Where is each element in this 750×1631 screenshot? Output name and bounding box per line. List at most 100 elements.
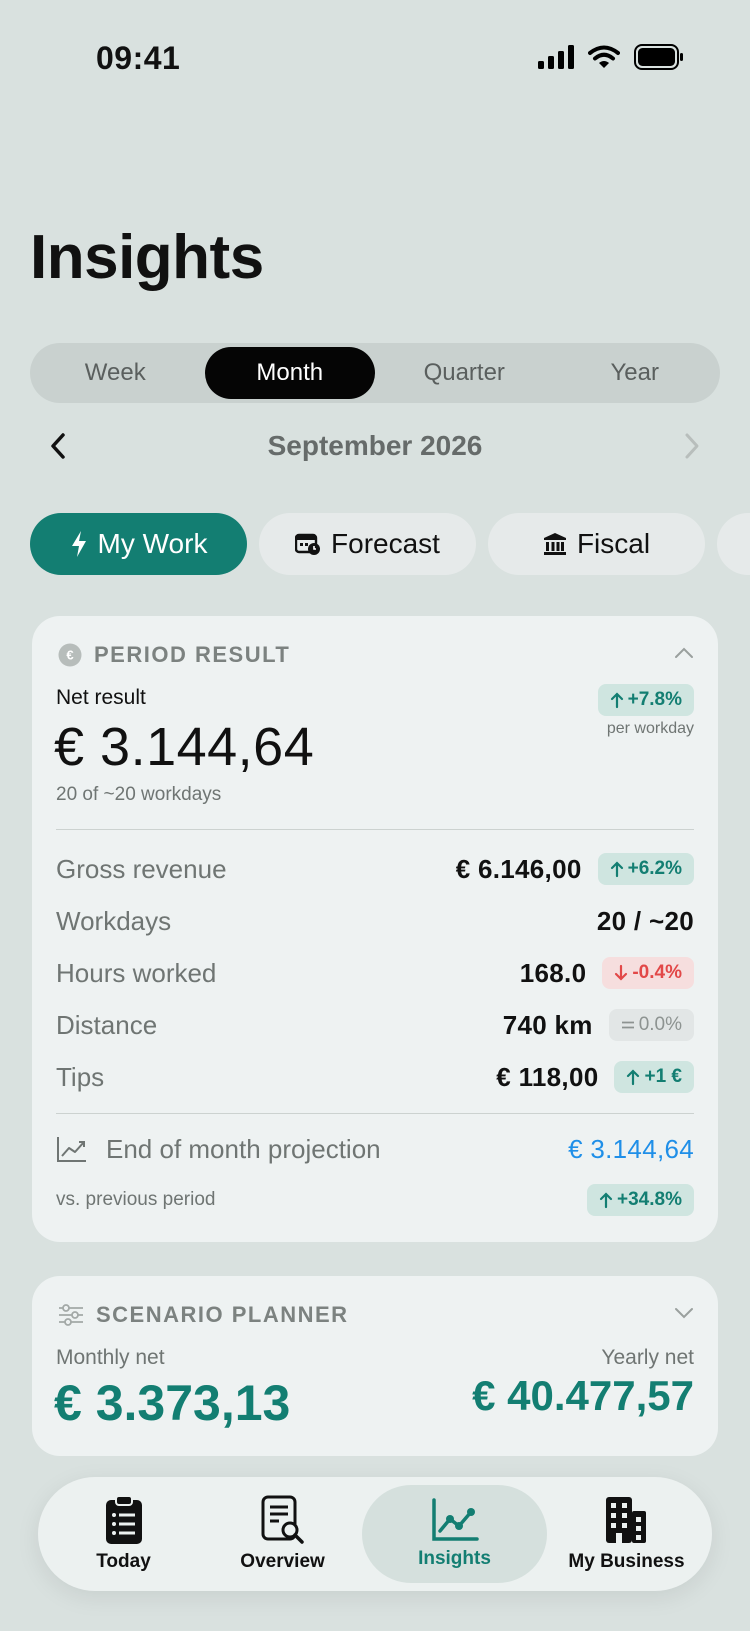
- divider: [56, 829, 694, 830]
- metric-row-workdays: Workdays 20 / ~20: [56, 901, 694, 941]
- net-change-value: +7.8%: [627, 689, 682, 710]
- building-icon: [606, 1497, 647, 1543]
- card-header: SCENARIO PLANNER: [58, 1302, 349, 1328]
- badge-text: +6.2%: [627, 858, 682, 879]
- period-label: September 2026: [267, 430, 483, 461]
- metric-badge: +1 €: [614, 1061, 694, 1093]
- sliders-icon: [59, 1304, 83, 1326]
- badge-text: 0.0%: [638, 1014, 682, 1035]
- card-title: PERIOD RESULT: [94, 642, 291, 667]
- tab-label: Today: [96, 1551, 151, 1572]
- metric-value: 168.0: [519, 957, 587, 988]
- chart-trend-icon: [57, 1137, 86, 1162]
- vs-previous-row: vs. previous period +34.8%: [56, 1180, 694, 1220]
- chevron-left-icon: [51, 433, 65, 459]
- segment-month[interactable]: Month: [204, 347, 375, 399]
- net-change-sub: per workday: [606, 720, 694, 737]
- yearly-net-label: Yearly net: [601, 1346, 694, 1369]
- period-result-card: € PERIOD RESULT Net result +7.8% per wor…: [32, 616, 718, 1242]
- insight-filter-chips: My Work Forecast Fiscal: [30, 513, 750, 575]
- projection-value: € 3.144,64: [568, 1133, 694, 1164]
- arrow-up-icon: [610, 861, 623, 878]
- chip-my-work[interactable]: My Work: [30, 513, 247, 575]
- document-search-icon: [261, 1495, 304, 1544]
- metric-badge: -0.4%: [602, 957, 694, 989]
- chip-label: Forecast: [331, 528, 440, 559]
- net-result-label: Net result: [56, 686, 146, 709]
- arrow-up-icon: [599, 1192, 613, 1209]
- tab-label: Insights: [418, 1548, 491, 1569]
- metric-value: € 118,00: [496, 1061, 599, 1092]
- card-header: € PERIOD RESULT: [58, 642, 290, 668]
- chip-overflow[interactable]: [717, 513, 750, 575]
- metric-row-distance: Distance 740 km 0.0%: [56, 1005, 694, 1045]
- monthly-net-label: Monthly net: [56, 1346, 165, 1369]
- previous-period-button[interactable]: [30, 420, 86, 472]
- metric-label: Hours worked: [56, 957, 217, 988]
- workdays-sub: 20 of ~20 workdays: [56, 784, 222, 805]
- chip-forecast[interactable]: Forecast: [259, 513, 476, 575]
- equals-icon: [621, 1021, 634, 1029]
- net-change-badge: +7.8%: [597, 684, 694, 716]
- arrow-up-icon: [627, 1069, 640, 1086]
- battery-icon: [634, 44, 683, 70]
- vs-badge: +34.8%: [587, 1184, 694, 1216]
- monthly-net-value: € 3.373,13: [54, 1375, 291, 1431]
- signal-icon: [538, 45, 574, 69]
- segment-week[interactable]: Week: [30, 347, 201, 399]
- tab-insights[interactable]: Insights: [362, 1485, 547, 1583]
- metric-label: Distance: [56, 1009, 158, 1040]
- metric-value: 20 / ~20: [596, 905, 694, 936]
- arrow-down-icon: [615, 964, 628, 981]
- tab-overview[interactable]: Overview: [203, 1485, 362, 1583]
- period-segmented-control: Week Month Quarter Year: [30, 343, 720, 403]
- chip-fiscal[interactable]: Fiscal: [488, 513, 705, 575]
- chevron-right-icon: [685, 433, 699, 459]
- metric-label: Workdays: [56, 905, 172, 936]
- metric-value: 740 km: [502, 1009, 593, 1040]
- period-navigator: September 2026: [30, 420, 720, 472]
- net-result-value: € 3.144,64: [54, 717, 315, 777]
- segment-year[interactable]: Year: [550, 347, 721, 399]
- status-icons: [538, 44, 684, 70]
- tab-my-business[interactable]: My Business: [547, 1485, 706, 1583]
- metric-row-tips: Tips € 118,00 +1 €: [56, 1057, 694, 1097]
- metric-label: Gross revenue: [56, 853, 227, 884]
- tab-label: Overview: [240, 1551, 325, 1572]
- chevron-down-icon[interactable]: [674, 1306, 694, 1320]
- euro-coin-icon: €: [58, 643, 82, 667]
- metric-value: € 6.146,00: [455, 853, 582, 884]
- arrow-up-icon: [610, 692, 623, 709]
- chip-label: My Work: [97, 528, 208, 559]
- chip-label: Fiscal: [576, 528, 651, 559]
- metric-row-hours-worked: Hours worked 168.0 -0.4%: [56, 953, 694, 993]
- tab-bar: Today Overview Insights My Business: [38, 1477, 712, 1591]
- chevron-up-icon[interactable]: [674, 646, 694, 660]
- metric-badge: 0.0%: [608, 1009, 694, 1041]
- bank-icon: [543, 533, 566, 555]
- metric-label: Tips: [56, 1061, 105, 1092]
- yearly-net-value: € 40.477,57: [472, 1372, 694, 1419]
- badge-text: +1 €: [644, 1066, 682, 1087]
- tab-today[interactable]: Today: [44, 1485, 203, 1583]
- divider: [56, 1113, 694, 1114]
- status-time: 09:41: [96, 40, 181, 76]
- segment-quarter[interactable]: Quarter: [379, 347, 550, 399]
- badge-text: +34.8%: [617, 1189, 682, 1210]
- metric-badge: +6.2%: [597, 853, 694, 885]
- calendar-clock-icon: [295, 533, 321, 555]
- metric-row-gross-revenue: Gross revenue € 6.146,00 +6.2%: [56, 849, 694, 889]
- badge-text: -0.4%: [632, 962, 682, 983]
- wifi-icon: [588, 45, 620, 68]
- next-period-button[interactable]: [664, 420, 720, 472]
- projection-row: End of month projection € 3.144,64: [56, 1129, 694, 1169]
- card-title: SCENARIO PLANNER: [96, 1302, 349, 1327]
- chart-line-icon: [431, 1498, 479, 1541]
- projection-label: End of month projection: [106, 1133, 381, 1164]
- vs-label: vs. previous period: [56, 1189, 216, 1210]
- tab-label: My Business: [568, 1551, 685, 1572]
- page-title: Insights: [30, 223, 264, 292]
- svg-text:€: €: [66, 648, 73, 663]
- bolt-icon: [71, 531, 86, 557]
- scenario-planner-card[interactable]: SCENARIO PLANNER Monthly net Yearly net …: [32, 1276, 718, 1456]
